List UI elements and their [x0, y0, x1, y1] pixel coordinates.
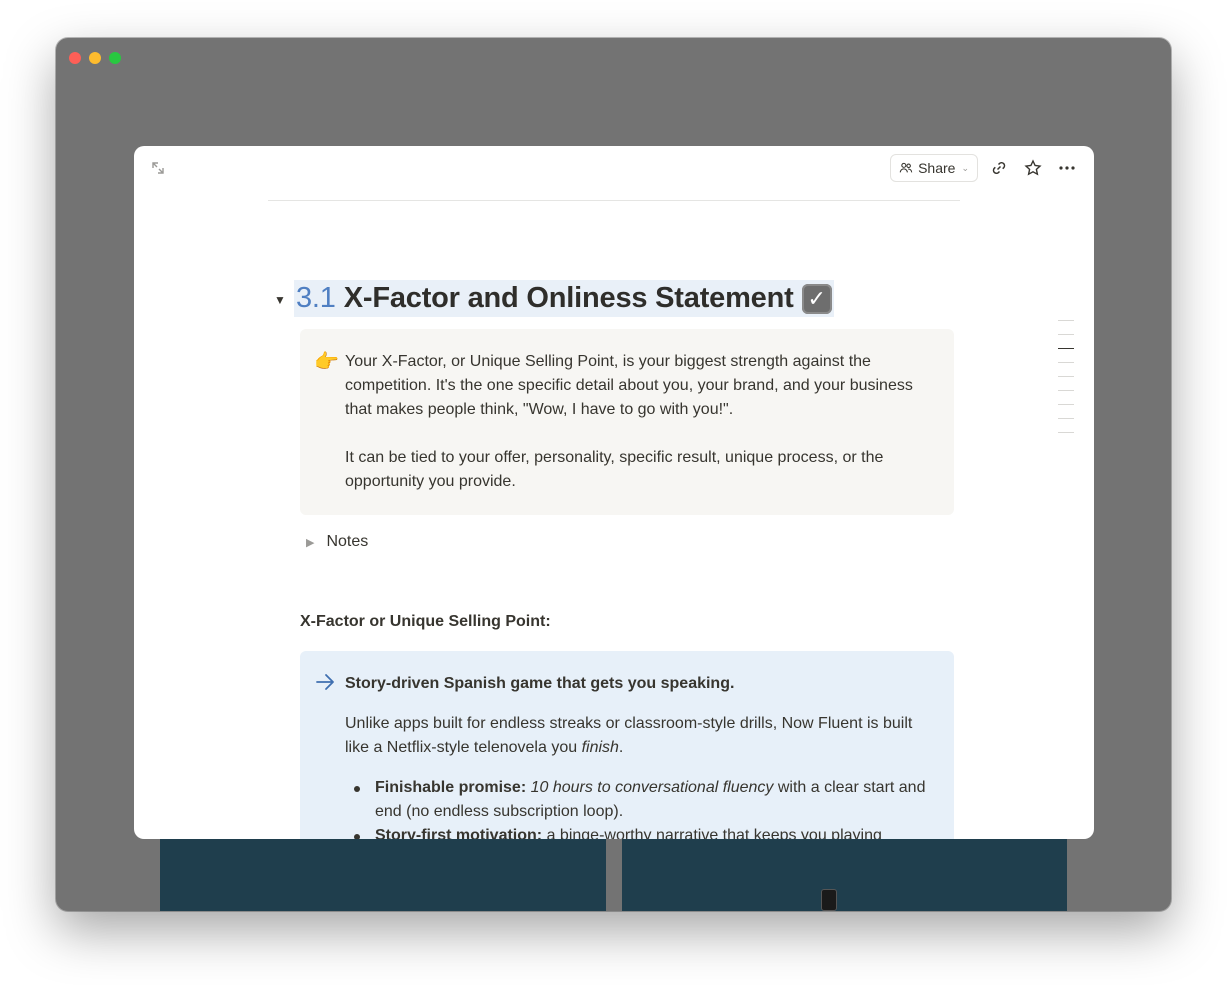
toc-line-active[interactable]	[1058, 348, 1074, 349]
bullet-text: a binge-worthy narrative that keeps you …	[542, 827, 882, 839]
toc-line[interactable]	[1058, 418, 1074, 419]
bullet-bold: Story-first motivation:	[375, 827, 543, 839]
toggle-heading: ▼ 3.1 X-Factor and Onliness Statement ✓	[274, 280, 834, 317]
callout-paragraph: It can be tied to your offer, personalit…	[345, 449, 884, 490]
toc-line[interactable]	[1058, 376, 1074, 377]
para-italic: finish	[581, 739, 619, 756]
expand-arrows-icon[interactable]	[150, 160, 166, 176]
maximize-window-button[interactable]	[109, 52, 121, 64]
list-item: Story-first motivation: a binge-worthy n…	[345, 824, 939, 839]
callout-paragraph: Your X-Factor, or Unique Selling Point, …	[345, 353, 913, 418]
xfactor-callout[interactable]: Story-driven Spanish game that gets you …	[300, 651, 954, 839]
link-icon[interactable]	[986, 154, 1012, 182]
para-text: Unlike apps built for endless streaks or…	[345, 715, 913, 756]
bullet-italic: 10 hours to conversational fluency	[530, 779, 774, 796]
toggle-caret-down-icon[interactable]: ▼	[274, 293, 294, 307]
pointing-hand-icon: 👉	[314, 351, 339, 373]
toggle-caret-right-icon[interactable]: ▶	[306, 536, 314, 549]
notes-label: Notes	[326, 533, 369, 550]
toc-line[interactable]	[1058, 390, 1074, 391]
list-item: Finishable promise: 10 hours to conversa…	[345, 776, 939, 824]
share-label: Share	[918, 160, 956, 176]
toc-line[interactable]	[1058, 404, 1074, 405]
minimize-window-button[interactable]	[89, 52, 101, 64]
toc-line[interactable]	[1058, 432, 1074, 433]
page-heading[interactable]: 3.1 X-Factor and Onliness Statement ✓	[294, 280, 834, 317]
background-phone-image	[821, 889, 837, 911]
callout-paragraph: Unlike apps built for endless streaks or…	[345, 712, 939, 760]
para-end: .	[618, 739, 624, 756]
toc-line[interactable]	[1058, 362, 1074, 363]
heading-number: 3.1	[296, 282, 336, 314]
background-image-tile	[622, 828, 1067, 911]
star-icon[interactable]	[1020, 154, 1046, 182]
page-peek-modal: Share ⌄ ▼ 3.1 X-Factor and Onliness Stat…	[134, 146, 1094, 839]
table-of-contents-minimap[interactable]	[1058, 320, 1074, 446]
header-divider	[268, 200, 960, 201]
background-image-tile	[160, 828, 606, 911]
more-horizontal-icon[interactable]	[1054, 154, 1080, 182]
heading-title: X-Factor and Onliness Statement	[343, 282, 794, 314]
callout-title: Story-driven Spanish game that gets you …	[345, 675, 735, 692]
chevron-down-icon: ⌄	[961, 162, 969, 173]
toc-line[interactable]	[1058, 320, 1074, 321]
share-button[interactable]: Share ⌄	[890, 154, 978, 182]
arrow-right-icon	[316, 674, 334, 690]
people-icon	[899, 162, 913, 173]
intro-callout[interactable]: 👉 Your X-Factor, or Unique Selling Point…	[300, 329, 954, 515]
bullet-bold: Finishable promise:	[375, 779, 527, 796]
bullet-list: Finishable promise: 10 hours to conversa…	[345, 776, 939, 839]
checkmark-emoji-icon: ✓	[801, 283, 832, 314]
close-window-button[interactable]	[69, 52, 81, 64]
section-label: X-Factor or Unique Selling Point:	[300, 613, 551, 630]
toc-line[interactable]	[1058, 334, 1074, 335]
topbar-actions: Share ⌄	[890, 154, 1080, 182]
notes-toggle[interactable]: ▶ Notes	[306, 533, 368, 551]
